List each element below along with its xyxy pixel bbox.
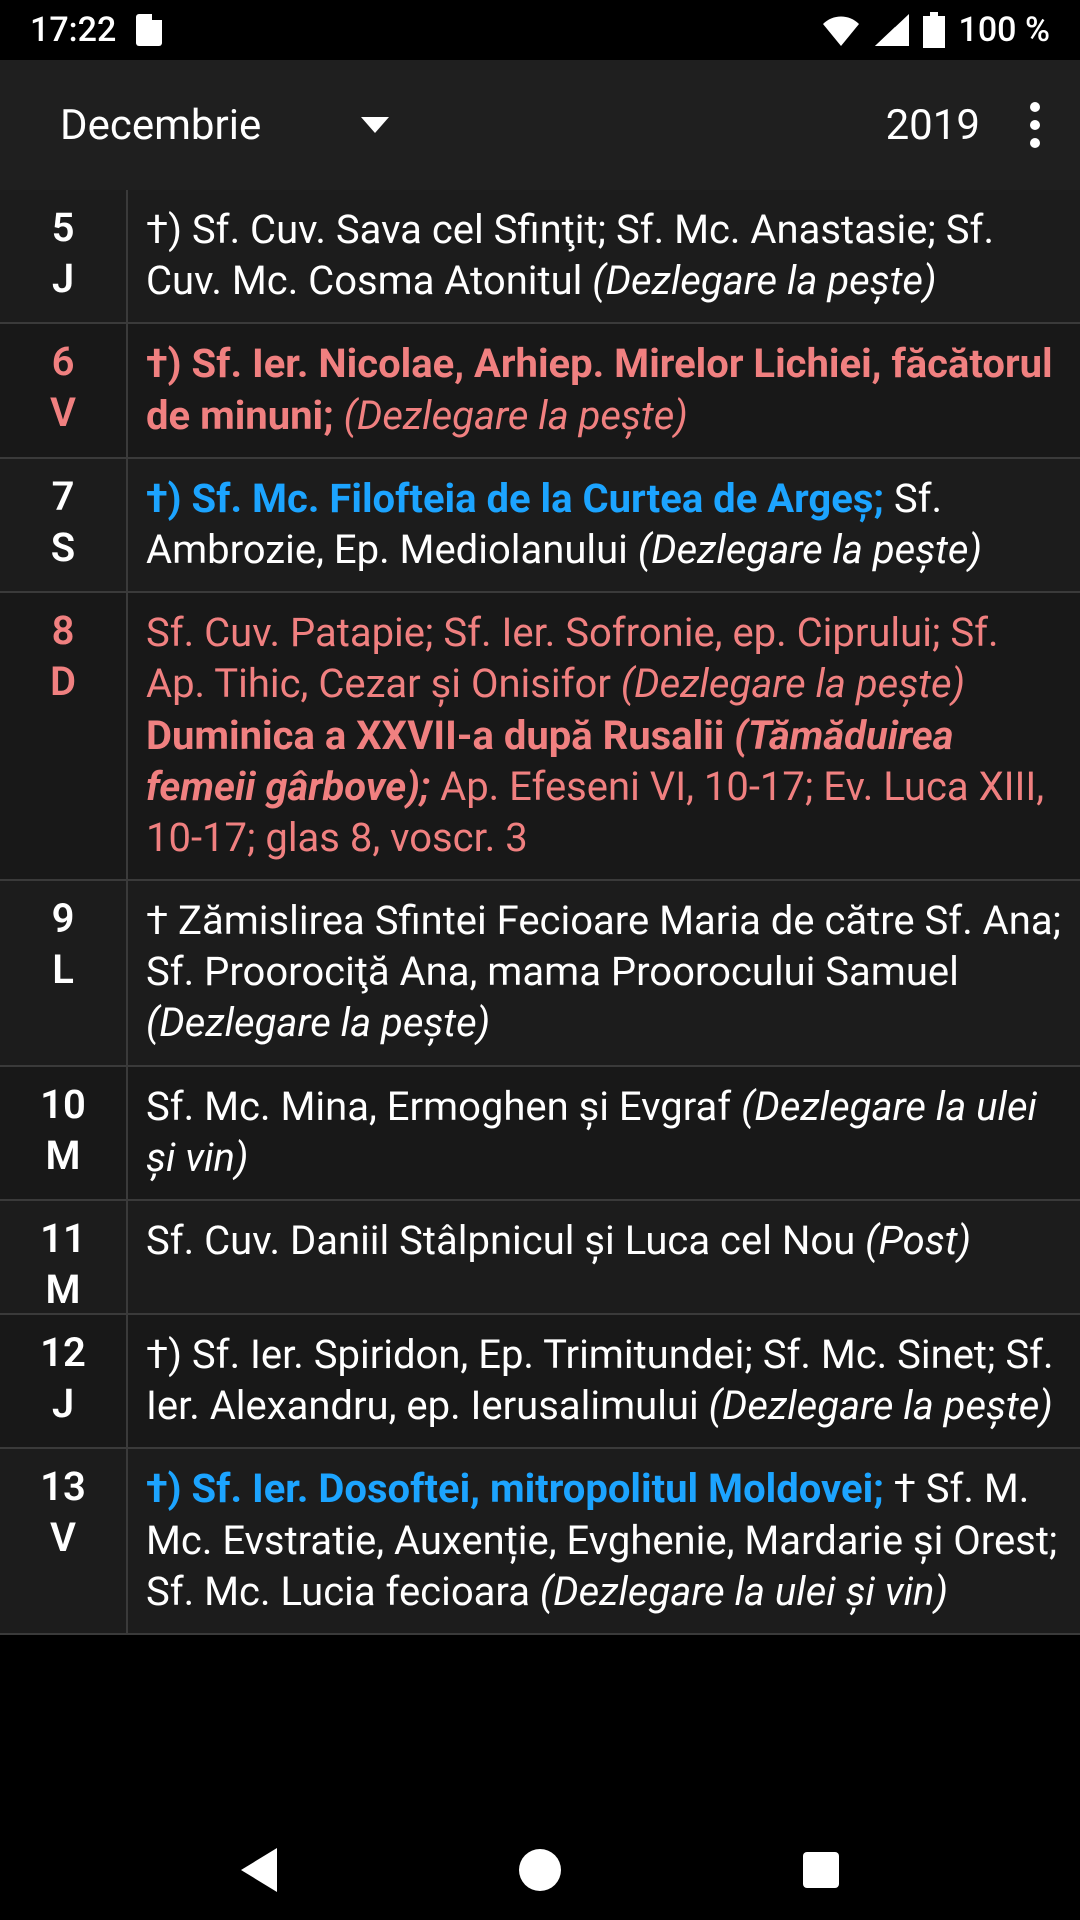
day-content: † Zămislirea Sfintei Fecioare Maria de c… — [128, 881, 1080, 1065]
text-segment: (Dezlegare la pește) — [621, 660, 965, 707]
date-cell: 13V — [0, 1449, 128, 1633]
wifi-icon — [821, 14, 861, 46]
app-bar: Decembrie 2019 — [0, 60, 1080, 190]
day-content: †) Sf. Mc. Filofteia de la Curtea de Arg… — [128, 459, 1080, 591]
year-label[interactable]: 2019 — [886, 101, 980, 150]
date-cell: 8D — [0, 593, 128, 879]
date-number: 7 — [52, 473, 75, 520]
date-cell: 6V — [0, 324, 128, 456]
date-cell: 7S — [0, 459, 128, 591]
date-number: 9 — [52, 895, 75, 942]
day-content: Sf. Mc. Mina, Ermoghen și Evgraf (Dezleg… — [128, 1067, 1080, 1199]
date-weekday: V — [50, 1514, 76, 1561]
date-weekday: M — [46, 1266, 81, 1313]
calendar-row[interactable]: 10MSf. Mc. Mina, Ermoghen și Evgraf (Dez… — [0, 1067, 1080, 1201]
date-cell: 5J — [0, 190, 128, 322]
day-content: †) Sf. Ier. Spiridon, Ep. Trimitundei; S… — [128, 1315, 1080, 1447]
day-content: Sf. Cuv. Patapie; Sf. Ier. Sofronie, ep.… — [128, 593, 1080, 879]
text-segment: (Dezlegare la pește) — [709, 1382, 1053, 1429]
date-weekday: J — [52, 1380, 74, 1427]
calendar-row[interactable]: 13V †) Sf. Ier. Dosoftei, mitropolitul Mo… — [0, 1449, 1080, 1635]
date-number: 12 — [40, 1329, 86, 1376]
calendar-list[interactable]: 5J†) Sf. Cuv. Sava cel Sfinţit; Sf. Mc. … — [0, 190, 1080, 1820]
calendar-row[interactable]: 9L† Zămislirea Sfintei Fecioare Maria de… — [0, 881, 1080, 1067]
date-number: 6 — [52, 338, 75, 385]
day-content: †) Sf. Ier. Nicolae, Arhiep. Mirelor Lic… — [128, 324, 1080, 456]
text-segment: Sf. Cuv. Daniil Stâlpnicul și Luca cel N… — [146, 1217, 865, 1264]
date-number: 11 — [40, 1215, 86, 1262]
battery-percent: 100 % — [959, 10, 1050, 50]
text-segment: †) Sf. Mc. Filofteia de la Curtea de Arg… — [146, 475, 894, 522]
calendar-row[interactable]: 11M Sf. Cuv. Daniil Stâlpnicul și Luca ce… — [0, 1201, 1080, 1315]
text-segment: † Zămislirea Sfintei Fecioare Maria de c… — [146, 897, 1061, 995]
date-cell: 11M — [0, 1201, 128, 1313]
day-content: †) Sf. Ier. Dosoftei, mitropolitul Moldo… — [128, 1449, 1080, 1633]
date-weekday: D — [50, 658, 76, 705]
calendar-row[interactable]: 6V†) Sf. Ier. Nicolae, Arhiep. Mirelor L… — [0, 324, 1080, 458]
calendar-row[interactable]: 8DSf. Cuv. Patapie; Sf. Ier. Sofronie, e… — [0, 593, 1080, 881]
text-segment: (Dezlegare la pește) — [638, 526, 982, 573]
text-segment: Duminica a XXVII-a după Rusalii — [146, 712, 734, 759]
navigation-bar — [0, 1820, 1080, 1920]
sd-card-icon — [136, 14, 162, 46]
date-number: 5 — [52, 204, 75, 251]
text-segment: (Dezlegare la ulei și vin) — [540, 1568, 948, 1615]
text-segment: (Post) — [865, 1217, 971, 1264]
calendar-row[interactable]: 12J†) Sf. Ier. Spiridon, Ep. Trimitundei… — [0, 1315, 1080, 1449]
battery-icon — [923, 12, 945, 48]
nav-back-button[interactable] — [241, 1848, 277, 1892]
month-dropdown[interactable]: Decembrie — [60, 101, 389, 150]
calendar-row[interactable]: 7S †) Sf. Mc. Filofteia de la Curtea de A… — [0, 459, 1080, 593]
date-weekday: V — [50, 389, 76, 436]
date-weekday: S — [51, 524, 75, 571]
text-segment: †) Sf. Ier. Dosoftei, mitropolitul Moldo… — [146, 1465, 894, 1512]
text-segment: (Dezlegare la pește) — [592, 257, 936, 304]
date-weekday: M — [46, 1132, 81, 1179]
text-segment: (Dezlegare la pește) — [146, 999, 490, 1046]
day-content: Sf. Cuv. Daniil Stâlpnicul și Luca cel N… — [128, 1201, 1080, 1313]
text-segment: Sf. Mc. Mina, Ermoghen și Evgraf — [146, 1083, 741, 1130]
date-weekday: J — [52, 255, 74, 302]
status-time: 17:22 — [30, 10, 116, 50]
day-content: †) Sf. Cuv. Sava cel Sfinţit; Sf. Mc. An… — [128, 190, 1080, 322]
date-number: 8 — [52, 607, 75, 654]
more-menu-button[interactable] — [1020, 92, 1050, 158]
nav-home-button[interactable] — [519, 1849, 561, 1891]
month-label: Decembrie — [60, 101, 261, 150]
date-number: 13 — [40, 1463, 86, 1510]
nav-recent-button[interactable] — [803, 1852, 839, 1888]
date-weekday: L — [52, 946, 74, 993]
cellular-icon — [875, 14, 909, 46]
date-cell: 12J — [0, 1315, 128, 1447]
calendar-row[interactable]: 5J†) Sf. Cuv. Sava cel Sfinţit; Sf. Mc. … — [0, 190, 1080, 324]
date-number: 10 — [40, 1081, 86, 1128]
date-cell: 10M — [0, 1067, 128, 1199]
status-bar: 17:22 100 % — [0, 0, 1080, 60]
text-segment: (Dezlegare la pește) — [344, 392, 688, 439]
chevron-down-icon — [361, 117, 389, 133]
date-cell: 9L — [0, 881, 128, 1065]
